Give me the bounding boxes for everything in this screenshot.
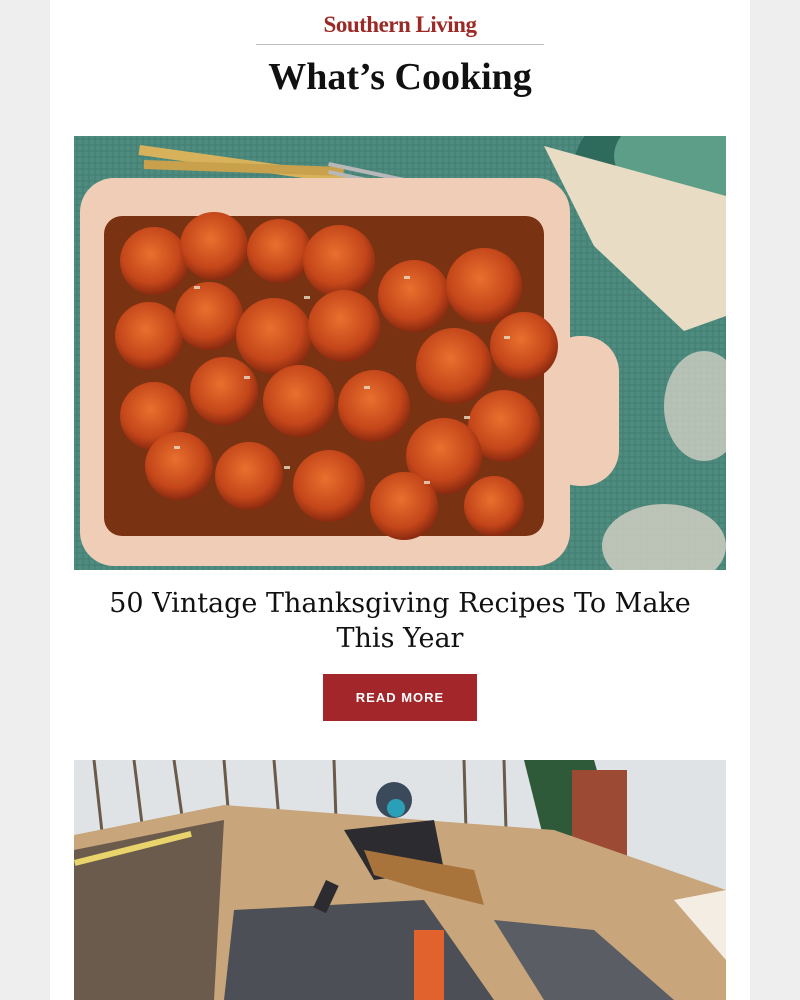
email-card: Southern Living What’s Cooking 50 Vintag…	[50, 0, 750, 1000]
section-title: What’s Cooking	[268, 56, 532, 98]
article-image-sweet-potatoes[interactable]	[74, 136, 726, 570]
read-more-button[interactable]: READ MORE	[323, 674, 477, 721]
article-headline[interactable]: 50 Vintage Thanksgiving Recipes To Make …	[90, 586, 710, 656]
article-image-roofing[interactable]	[74, 760, 726, 1000]
brand-logo[interactable]: Southern Living	[50, 12, 750, 38]
sweet-potatoes-illustration	[74, 136, 726, 570]
header-divider	[256, 44, 544, 45]
roofer-illustration	[74, 760, 726, 1000]
